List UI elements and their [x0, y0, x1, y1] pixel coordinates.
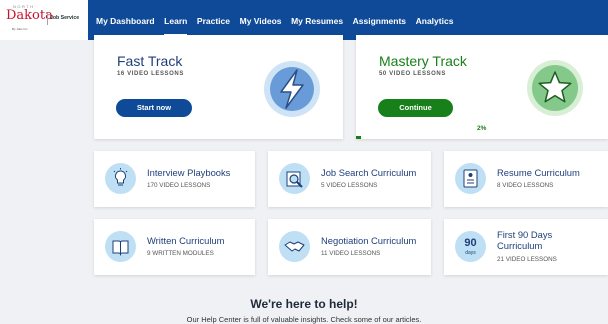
- nav-assignments[interactable]: Assignments: [353, 0, 406, 40]
- top-nav-bar: NORTH Dakota Job Service By Jobs Inc My …: [0, 0, 608, 40]
- written-curriculum-count: 9 WRITTEN MODULES: [147, 250, 214, 257]
- nav-learn[interactable]: Learn: [164, 0, 188, 40]
- star-icon: [527, 60, 583, 116]
- interview-playbooks-card[interactable]: Interview Playbooks 170 VIDEO LESSONS: [94, 151, 255, 207]
- job-search-title: Job Search Curriculum: [321, 167, 417, 178]
- nav-analytics[interactable]: Analytics: [416, 0, 454, 40]
- negotiation-curriculum-title: Negotiation Curriculum: [321, 235, 417, 246]
- main-nav: My Dashboard Learn Practice My Videos My…: [96, 0, 463, 40]
- first-90-days-title-line1: First 90 Days: [497, 229, 553, 240]
- resume-icon: [455, 163, 486, 194]
- mastery-progress-bar: [356, 136, 608, 139]
- nav-my-resumes[interactable]: My Resumes: [291, 0, 343, 40]
- mastery-track-title: Mastery Track: [379, 53, 467, 69]
- mastery-track-lesson-count: 50 VIDEO LESSONS: [379, 71, 446, 77]
- fast-track-lesson-count: 16 VIDEO LESSONS: [117, 71, 184, 77]
- nav-my-dashboard[interactable]: My Dashboard: [96, 0, 155, 40]
- mastery-progress-fill: [356, 136, 361, 139]
- book-icon: [105, 231, 136, 262]
- mastery-track-card[interactable]: Mastery Track 50 VIDEO LESSONS Continue …: [356, 35, 608, 139]
- resume-curriculum-title: Resume Curriculum: [497, 167, 580, 178]
- mastery-progress-label: 2%: [477, 125, 487, 132]
- north-dakota-logo[interactable]: NORTH Dakota Job Service By Jobs Inc: [0, 0, 88, 40]
- 90-days-icon: 90 days: [455, 231, 486, 262]
- logo-byline: By Jobs Inc: [12, 27, 28, 31]
- first-90-days-card[interactable]: 90 days First 90 Days Curriculum 21 VIDE…: [444, 219, 608, 275]
- logo-divider: [47, 13, 48, 25]
- negotiation-curriculum-card[interactable]: Negotiation Curriculum 11 VIDEO LESSONS: [268, 219, 431, 275]
- logo-job-service-text: Job Service: [50, 15, 80, 21]
- negotiation-curriculum-count: 11 VIDEO LESSONS: [321, 250, 381, 257]
- interview-playbooks-count: 170 VIDEO LESSONS: [147, 182, 211, 189]
- nav-practice[interactable]: Practice: [197, 0, 230, 40]
- help-description: Our Help Center is full of valuable insi…: [186, 315, 422, 324]
- written-curriculum-card[interactable]: Written Curriculum 9 WRITTEN MODULES: [94, 219, 255, 275]
- job-search-count: 5 VIDEO LESSONS: [321, 182, 378, 189]
- help-heading: We're here to help!: [250, 297, 358, 311]
- written-curriculum-title: Written Curriculum: [147, 235, 225, 246]
- fast-track-title: Fast Track: [117, 53, 183, 69]
- job-search-curriculum-card[interactable]: Job Search Curriculum 5 VIDEO LESSONS: [268, 151, 431, 207]
- start-now-button[interactable]: Start now: [116, 99, 192, 117]
- handshake-icon: [279, 231, 310, 262]
- logo-dakota-text: Dakota: [6, 8, 53, 23]
- 90-days-number: 90: [464, 237, 477, 249]
- lightning-bolt-icon: [264, 61, 320, 117]
- 90-days-unit: days: [465, 250, 476, 256]
- lightbulb-icon: [105, 163, 136, 194]
- nav-my-videos[interactable]: My Videos: [240, 0, 282, 40]
- resume-curriculum-count: 8 VIDEO LESSONS: [497, 182, 554, 189]
- interview-playbooks-title: Interview Playbooks: [147, 167, 231, 178]
- resume-curriculum-card[interactable]: Resume Curriculum 8 VIDEO LESSONS: [444, 151, 608, 207]
- first-90-days-count: 21 VIDEO LESSONS: [497, 256, 557, 263]
- magnifier-icon: [279, 163, 310, 194]
- continue-button[interactable]: Continue: [378, 99, 453, 117]
- first-90-days-title-line2: Curriculum: [497, 240, 543, 251]
- fast-track-card[interactable]: Fast Track 16 VIDEO LESSONS Start now: [94, 35, 343, 139]
